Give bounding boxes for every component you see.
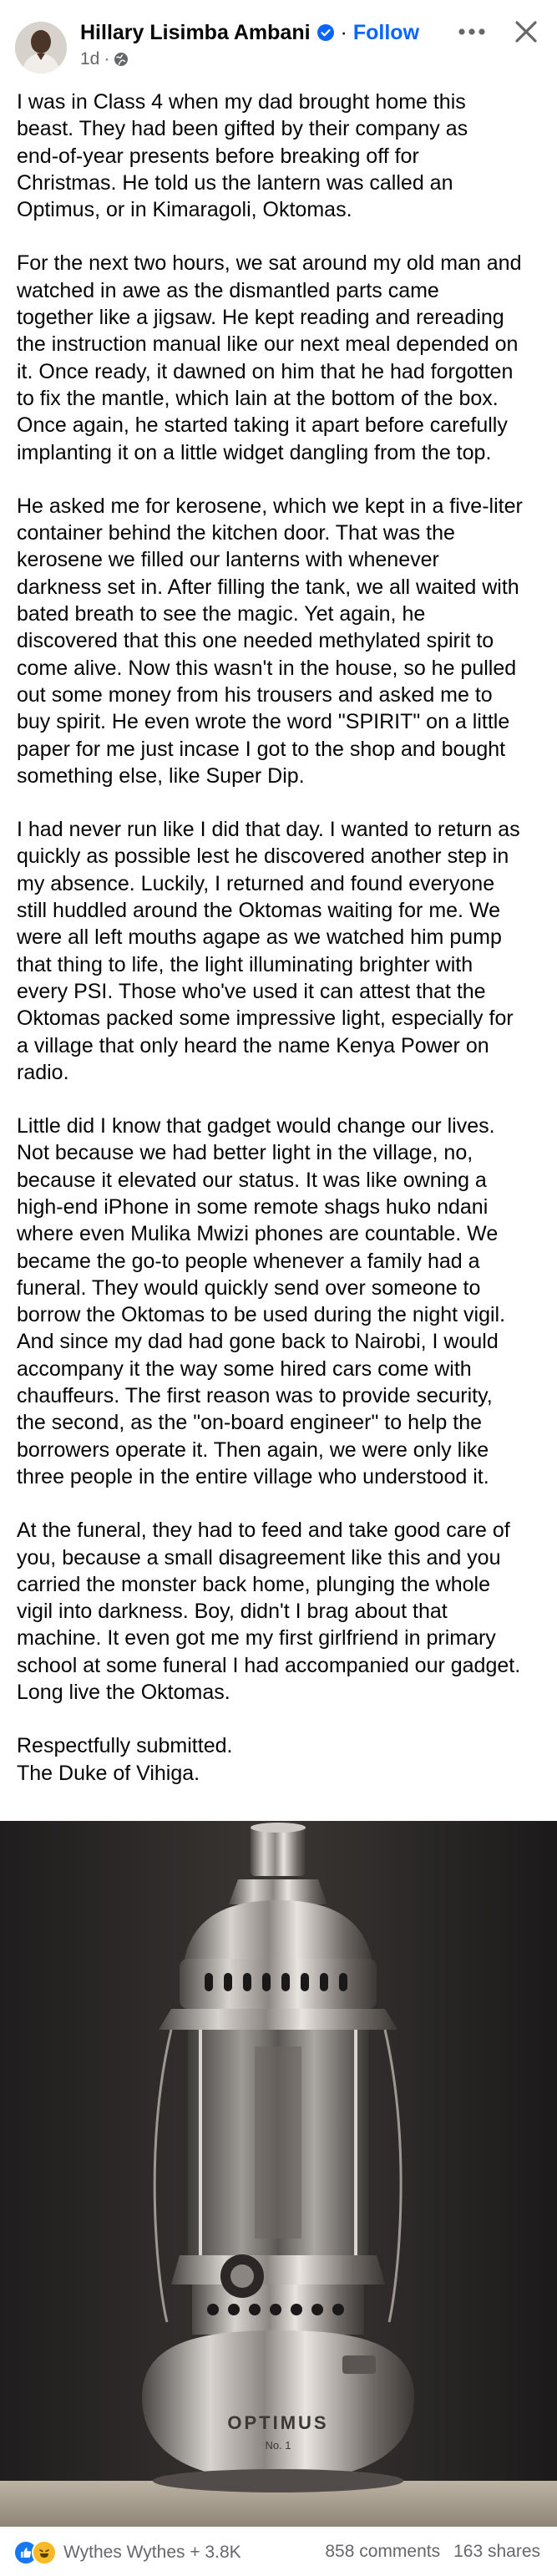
post-text-line: And since my dad had gone back to Nairob… [17, 1330, 499, 1354]
post-text-line: end-of-year presents before breaking off… [17, 144, 419, 168]
author-name[interactable]: Hillary Lisimba Ambani [80, 21, 311, 45]
post-text-line: darkness set in. After filling the tank,… [17, 575, 519, 599]
post-text-line: my absence. Luckily, I returned and foun… [17, 871, 495, 895]
post-text-line: carried the monster back home, plunging … [17, 1572, 490, 1596]
meta-separator: · [104, 49, 110, 68]
verified-badge-icon [316, 24, 334, 41]
post-paragraph: For the next two hours, we sat around my… [17, 250, 543, 465]
post-signoff: Respectfully submitted. The Duke of Vihig… [17, 1732, 543, 1787]
lantern-image: OPTIMUS No. 1 [0, 1821, 557, 2527]
post-paragraph: At the funeral, they had to feed and tak… [17, 1517, 543, 1706]
post-paragraph: Little did I know that gadget would chan… [17, 1113, 543, 1490]
post-text-line: paper for me just incase I got to the sh… [17, 737, 506, 761]
author-avatar[interactable] [15, 22, 67, 74]
reactions-summary[interactable]: Wythes Wythes + 3.8K [13, 2540, 241, 2565]
globe-icon [114, 53, 129, 66]
post-text-line: together like a jigsaw. He kept reading … [17, 306, 504, 330]
post-text-line: Not because we had better light in the v… [17, 1141, 473, 1165]
post-paragraph: I had never run like I did that day. I w… [17, 816, 543, 1086]
haha-reaction-icon [32, 2540, 57, 2565]
post-text-line: it. Once ready, it dawned on him that he… [17, 359, 514, 383]
post-paragraph: He asked me for kerosene, which we kept … [17, 493, 543, 789]
post-text-line: out some money from his trousers and ask… [17, 682, 493, 707]
post-timestamp[interactable]: 1d [80, 49, 99, 69]
post-text-line: where even Mulika Mwizi phones are count… [17, 1222, 499, 1246]
post-text-line: I had never run like I did that day. I w… [17, 818, 520, 842]
post-photo[interactable]: OPTIMUS No. 1 [0, 1821, 557, 2527]
post-paragraph: I was in Class 4 when my dad brought hom… [17, 89, 543, 223]
post-text-line: Optimus, or in Kimaragoli, Oktomas. [17, 198, 352, 222]
post-text-line: were all left mouths agape as we watched… [17, 925, 502, 950]
tank-brand-lettering: OPTIMUS [227, 2412, 328, 2433]
post-text-line: vigil into darkness. Boy, didn't I brag … [17, 1600, 448, 1624]
post-text-line: became the go-to people whenever a famil… [17, 1249, 480, 1273]
post-text-line: beast. They had been gifted by their com… [17, 117, 468, 141]
post-text-line: quickly as possible lest he discovered a… [17, 844, 509, 869]
shares-count[interactable]: 163 shares [453, 2542, 540, 2562]
post-text-line: still huddled around the Oktomas waiting… [17, 899, 500, 923]
post-text-line: Christmas. He told us the lantern was ca… [17, 170, 453, 195]
post-text-line: come alive. Now this wasn't in the house… [17, 656, 517, 680]
post-text-line: For the next two hours, we sat around my… [17, 251, 522, 276]
post-text-line: Once again, he started taking it apart b… [17, 413, 508, 438]
post-text-line: chauffeurs. The first reason was to prov… [17, 1384, 493, 1408]
post-text-line: Long live the Oktomas. [17, 1681, 230, 1705]
post-text-line: because it elevated our status. It was l… [17, 1168, 487, 1192]
header-separator: · [340, 20, 347, 44]
post-text-line: the second, as the "on-board engineer" t… [17, 1411, 483, 1435]
post-text-line: discovered that this one needed methylat… [17, 629, 494, 653]
post-text-line: a village that only heard the name Kenya… [17, 1033, 489, 1057]
post-text-line: the instruction manual like our next mea… [17, 332, 519, 357]
comments-count[interactable]: 858 comments [325, 2542, 440, 2562]
post-text-line: something else, like Super Dip. [17, 763, 305, 788]
post-text-line: high-end iPhone in some remote shags huk… [17, 1194, 489, 1219]
post-text-line: implanting it on a little widget danglin… [17, 440, 492, 464]
post-text-line: every PSI. Those who've used it can atte… [17, 979, 486, 1003]
post-text-line: school at some funeral I had accompanied… [17, 1653, 521, 1677]
post-text-line: I was in Class 4 when my dad brought hom… [17, 90, 466, 114]
post-text-line: buy spirit. He even wrote the word "SPIR… [17, 710, 510, 734]
post-text-line: At the funeral, they had to feed and tak… [17, 1519, 510, 1543]
post-text-line: machine. It even got me my first girlfri… [17, 1626, 496, 1651]
post-text-line: He asked me for kerosene, which we kept … [17, 494, 523, 518]
signoff-line: Respectfully submitted. [17, 1734, 233, 1758]
post-text-line: radio. [17, 1060, 69, 1084]
post-text-line: watched in awe as the dismantled parts c… [17, 278, 439, 302]
signoff-line: The Duke of Vihiga. [17, 1761, 200, 1785]
post-text-line: you, because a small disagreement like t… [17, 1545, 501, 1569]
follow-button[interactable]: Follow [353, 21, 419, 45]
more-options-button[interactable] [451, 15, 493, 48]
post-footer: Wythes Wythes + 3.8K 858 comments 163 sh… [0, 2527, 557, 2576]
post-text-line: bated breath to see the magic. Yet again… [17, 602, 426, 626]
post-text-line: Oktomas packed some impressive light, es… [17, 1007, 514, 1031]
post-text-line: container behind the kitchen door. That … [17, 521, 455, 545]
close-icon [515, 21, 537, 43]
post-text-line: three people in the entire village who u… [17, 1464, 489, 1488]
post-text-line: kerosene we filled our lanterns with whe… [17, 548, 439, 572]
close-button[interactable] [508, 13, 544, 50]
more-options-icon [458, 28, 485, 35]
post-text-line: borrow the Oktomas to be used during the… [17, 1303, 506, 1327]
post-text-line: funeral. They would quickly send over so… [17, 1275, 481, 1300]
reactions-count: Wythes Wythes + 3.8K [63, 2543, 241, 2562]
post-text-line: borrowers operate it. Then again, we wer… [17, 1438, 489, 1462]
post-text-line: Little did I know that gadget would chan… [17, 1114, 495, 1138]
post-text-line: that thing to life, the light illuminati… [17, 952, 473, 976]
post-text: I was in Class 4 when my dad brought hom… [17, 89, 543, 1787]
post-text-line: accompany it the way some hired cars com… [17, 1356, 472, 1381]
tank-model-lettering: No. 1 [265, 2439, 291, 2452]
post-text-line: to fix the mantle, which lain at the bot… [17, 386, 499, 410]
post-header: Hillary Lisimba Ambani · Follow 1d · [0, 0, 557, 77]
